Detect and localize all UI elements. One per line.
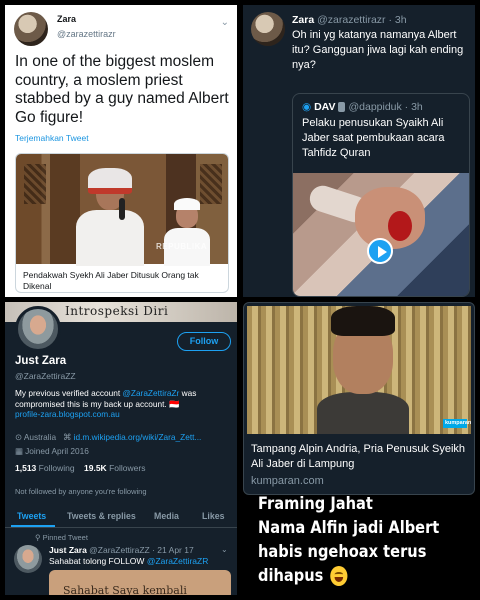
photo-watermark: kumparan xyxy=(443,419,472,428)
pinned-text: Pinned Tweet xyxy=(42,533,88,542)
profile-website-link[interactable]: id.m.wikipedia.org/wiki/Zara_Zett... xyxy=(74,432,202,442)
profile-stats: 1,513 Following 19.5K Followers xyxy=(15,463,145,473)
follow-button[interactable]: Follow xyxy=(177,332,231,351)
video-thumbnail[interactable] xyxy=(293,173,469,296)
article-title: Tampang Alpin Andria, Pria Penusuk Syeik… xyxy=(251,442,474,472)
tweet-text: In one of the biggest moslem country, a … xyxy=(15,53,229,126)
profile-meta: ⊙ Australia ⌘ id.m.wikipedia.org/wiki/Za… xyxy=(15,432,201,442)
caption-line: Nama Alfin jadi Albert xyxy=(258,518,440,538)
microphone-icon xyxy=(119,198,125,220)
child-figure xyxy=(164,198,210,266)
quoted-tweet-text: Pelaku penusukan Syaikh Ali Jaber saat p… xyxy=(302,117,445,159)
tweet-header: Just Zara @ZaraZettiraZZ · 21 Apr 17 xyxy=(49,545,194,555)
link-icon: ⌘ xyxy=(63,432,72,442)
injury-shape xyxy=(388,211,412,241)
profile-panel: Introspeksi Diri Follow Just Zara @ZaraZ… xyxy=(5,302,237,595)
quoted-tweet-header: ◉ DAV @dappiduk · 3h xyxy=(302,101,423,113)
tweet-author-handle[interactable]: @ZaraZettiraZZ · 21 Apr 17 xyxy=(89,545,194,555)
following-label: Following xyxy=(38,463,75,473)
quoted-tweet[interactable]: ◉ DAV @dappiduk · 3h Pelaku penusukan Sya… xyxy=(292,93,470,297)
eye-icon: ◉ xyxy=(302,101,312,113)
bio-mention-link[interactable]: @ZaraZettiraZr xyxy=(122,388,179,398)
tab-tweets[interactable]: Tweets xyxy=(17,511,46,521)
active-tab-indicator xyxy=(11,525,55,527)
tweet-text: Oh ini yg katanya namanya Albert itu? Ga… xyxy=(292,29,464,71)
tab-likes[interactable]: Likes xyxy=(202,511,225,521)
laughing-emoji-icon xyxy=(330,566,348,586)
suspect-figure xyxy=(317,306,409,434)
calendar-icon: ▦ xyxy=(15,446,23,456)
tab-tweets-replies[interactable]: Tweets & replies xyxy=(67,511,136,521)
tweet-mention-link[interactable]: @ZaraZettiraZR xyxy=(147,556,209,566)
play-icon[interactable] xyxy=(367,238,393,264)
card-image: REPUBLIKA xyxy=(16,154,228,266)
location-icon: ⊙ xyxy=(15,432,22,442)
tweet-panel-dark: Zara @zarazettirazr · 3h Oh ini yg katan… xyxy=(243,5,475,297)
article-domain: kumparan.com xyxy=(251,475,324,487)
tweet-header: Zara @zarazettirazr · 3h xyxy=(292,14,407,26)
profile-location: Australia xyxy=(23,432,57,442)
profile-avatar[interactable] xyxy=(15,306,61,352)
article-title-line2: Ali Jaber di Lampung xyxy=(251,458,355,470)
avatar[interactable] xyxy=(14,545,42,573)
pin-icon: ⚲ xyxy=(35,533,41,542)
tweet-author-name[interactable]: Zara xyxy=(57,14,76,24)
caption-line: dihapus xyxy=(258,566,324,586)
caption-line: habis ngehoax terus xyxy=(258,542,427,562)
profile-handle: @ZaraZettiraZZ xyxy=(15,371,76,381)
article-photo: kumparan xyxy=(247,306,471,434)
followers-link[interactable]: 19.5K Followers xyxy=(84,463,145,473)
link-card[interactable]: REPUBLIKA Pendakwah Syekh Ali Jaber Ditu… xyxy=(15,153,229,293)
chevron-down-icon[interactable]: ⌄ xyxy=(221,17,229,28)
quoted-author-handle[interactable]: @dappiduk · 3h xyxy=(348,101,422,113)
translate-tweet-link[interactable]: Terjemahkan Tweet xyxy=(15,133,89,143)
followers-label: Followers xyxy=(109,463,146,473)
not-followed-note: Not followed by anyone you're following xyxy=(15,487,147,496)
image-watermark: REPUBLIKA xyxy=(156,242,208,251)
tab-media[interactable]: Media xyxy=(154,511,179,521)
caption-line-last: dihapus xyxy=(258,564,445,588)
tweet-image[interactable]: Sahabat Saya kembali xyxy=(49,570,231,595)
tweet-image-text: Sahabat Saya kembali xyxy=(63,584,187,595)
tweet-author-handle[interactable]: @zarazettirazr · 3h xyxy=(317,14,406,26)
tweet-author-name[interactable]: Zara xyxy=(292,14,314,26)
profile-tabs: Tweets Tweets & replies Media Likes xyxy=(5,506,237,528)
banner-text: Introspeksi Diri xyxy=(65,304,169,318)
pinned-label: ⚲ Pinned Tweet xyxy=(35,533,88,542)
bio-text: My previous verified account xyxy=(15,388,123,398)
joined-date: Joined April 2016 xyxy=(25,446,89,456)
article-title-line1: Tampang Alpin Andria, Pria Penusuk Syeik… xyxy=(251,443,466,455)
article-card[interactable]: kumparan Tampang Alpin Andria, Pria Penu… xyxy=(243,302,475,495)
followers-count: 19.5K xyxy=(84,463,107,473)
tweet-author-handle[interactable]: @zarazettirazr xyxy=(57,29,116,39)
profile-bio: My previous verified account @ZaraZettir… xyxy=(15,388,231,420)
following-count: 1,513 xyxy=(15,463,37,473)
bio-website-link[interactable]: profile-zara.blogspot.com.au xyxy=(15,409,120,419)
caption-line: Framing Jahat xyxy=(258,494,373,514)
meme-caption: Framing Jahat Nama Alfin jadi Albert hab… xyxy=(258,492,445,588)
tweet-author-name[interactable]: Just Zara xyxy=(49,545,87,555)
cleric-figure xyxy=(74,168,144,266)
following-link[interactable]: 1,513 Following xyxy=(15,463,75,473)
card-caption[interactable]: Pendakwah Syekh Ali Jaber Ditusuk Orang … xyxy=(23,270,223,292)
window-decor xyxy=(24,164,46,204)
chevron-down-icon[interactable]: ⌄ xyxy=(221,545,228,554)
avatar[interactable] xyxy=(251,12,285,46)
quoted-author-name[interactable]: DAV xyxy=(314,101,335,113)
tweet-text-plain: Sahabat tolong FOLLOW xyxy=(49,556,147,566)
tweet-text: Sahabat tolong FOLLOW @ZaraZettiraZR xyxy=(49,556,208,566)
device-icon xyxy=(338,102,346,113)
avatar[interactable] xyxy=(14,12,48,46)
profile-joined: ▦ Joined April 2016 xyxy=(15,446,89,456)
profile-name: Just Zara xyxy=(15,355,67,367)
tweet-panel-light: Zara @zarazettirazr ⌄ In one of the bigg… xyxy=(5,5,237,297)
